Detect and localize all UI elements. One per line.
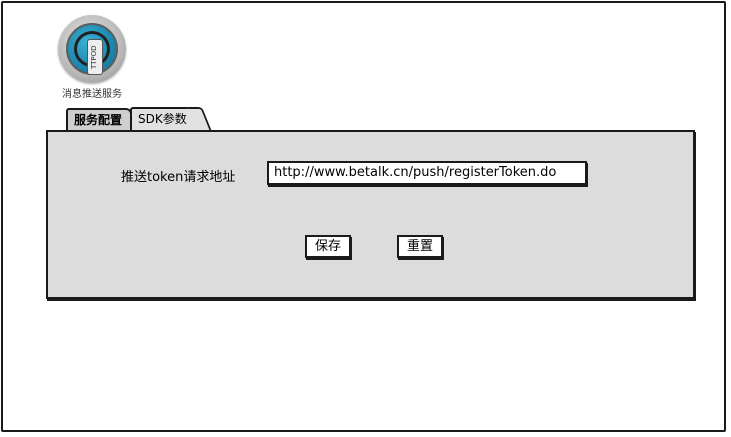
token-url-label: 推送token请求地址 bbox=[121, 170, 236, 185]
save-button[interactable]: 保存 bbox=[305, 235, 351, 258]
logo-disc: TTPOD bbox=[66, 23, 118, 75]
token-url-input[interactable]: http://www.betalk.cn/push/registerToken.… bbox=[267, 161, 587, 185]
reset-button[interactable]: 重置 bbox=[397, 235, 443, 258]
app-logo-icon: TTPOD bbox=[58, 15, 126, 83]
tab-sdk-params[interactable]: SDK参数 bbox=[130, 107, 200, 131]
app-name: 消息推送服务 bbox=[62, 89, 122, 100]
tab-service-config[interactable]: 服务配置 bbox=[66, 108, 132, 131]
settings-panel bbox=[46, 130, 695, 299]
logo-text: TTPOD bbox=[87, 39, 103, 75]
